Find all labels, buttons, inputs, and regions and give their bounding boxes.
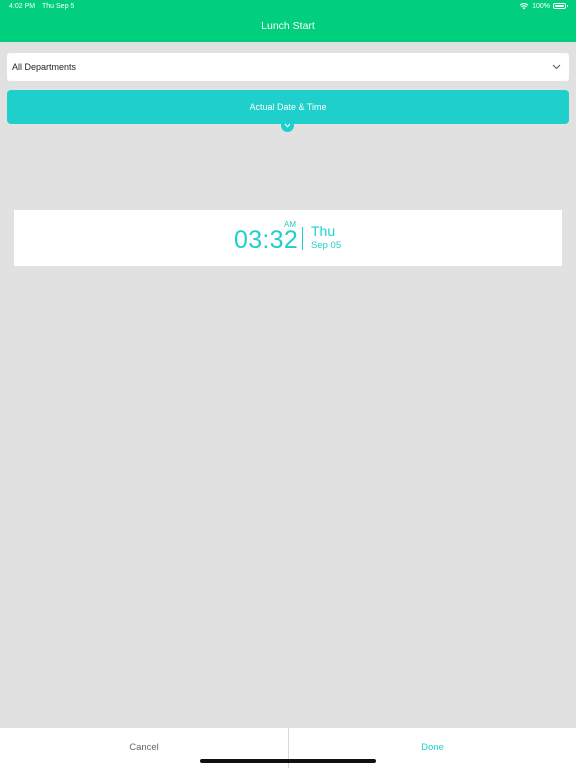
picker-weekday[interactable]: Thu (311, 223, 335, 239)
status-date: Thu Sep 5 (42, 3, 75, 10)
header: 4:02 PM Thu Sep 5 100% Lunch Start (0, 0, 576, 42)
battery-icon (553, 3, 568, 9)
picker-date[interactable]: Sep 05 (311, 240, 341, 251)
department-select[interactable]: All Departments (7, 53, 569, 81)
picker-divider (302, 227, 303, 250)
chevron-down-icon (284, 123, 291, 128)
app-screen: 4:02 PM Thu Sep 5 100% Lunch Start All D… (0, 0, 576, 768)
date-time-picker[interactable]: 03:32 AM Thu Sep 05 (14, 210, 562, 266)
status-indicators: 100% (519, 2, 568, 10)
status-bar: 4:02 PM Thu Sep 5 100% (0, 0, 576, 14)
status-time: 4:02 PM (9, 3, 36, 10)
home-indicator[interactable] (200, 759, 376, 763)
page-title: Lunch Start (261, 20, 315, 32)
actual-date-time-label: Actual Date & Time (249, 102, 327, 112)
department-select-value: All Departments (12, 62, 77, 72)
picker-time[interactable]: 03:32 (234, 226, 298, 255)
chevron-down-icon (552, 64, 561, 70)
battery-percentage: 100% (532, 2, 550, 10)
picker-ampm[interactable]: AM (284, 220, 296, 229)
expand-chevron-icon[interactable] (281, 119, 294, 132)
wifi-icon (519, 3, 529, 10)
